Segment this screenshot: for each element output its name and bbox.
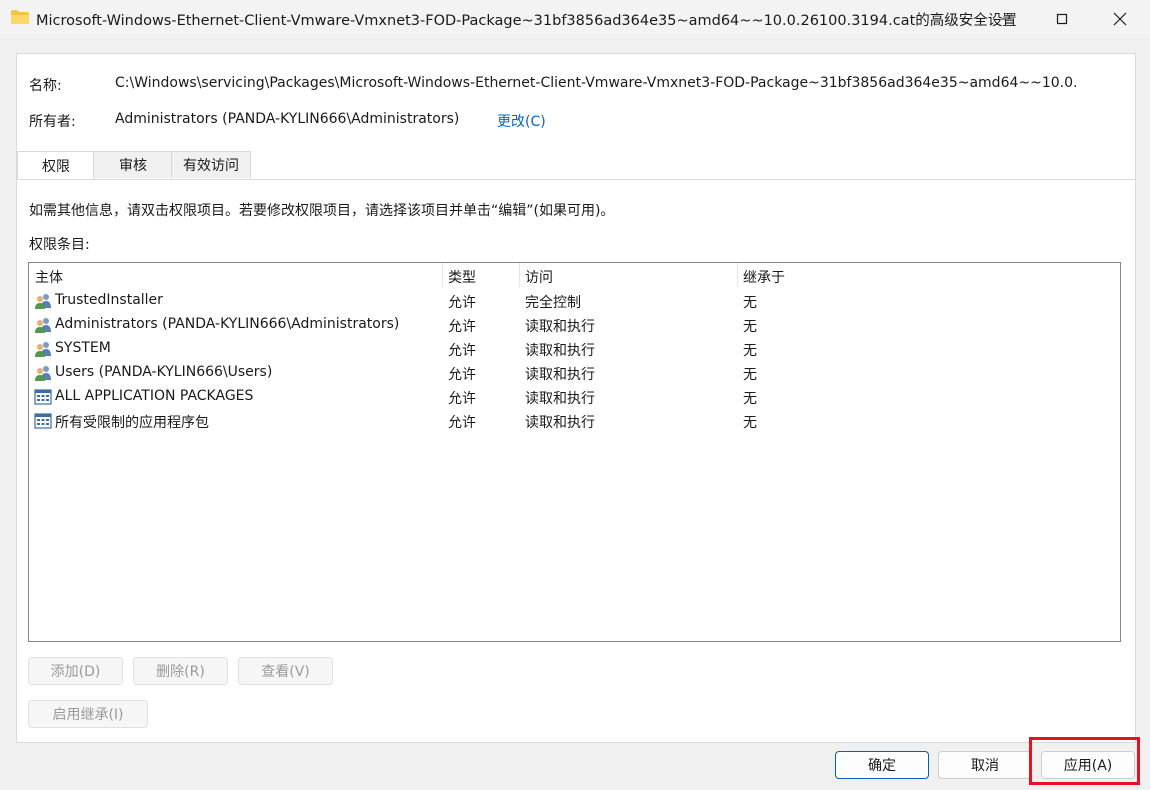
window-title: Microsoft-Windows-Ethernet-Client-Vmware… (36, 13, 1017, 29)
column-header-inherited-from[interactable]: 继承于 (743, 267, 785, 287)
table-row[interactable]: Administrators (PANDA-KYLIN666\Administr… (29, 313, 1120, 337)
minimize-button[interactable] (978, 0, 1034, 38)
ok-button[interactable]: 确定 (835, 751, 929, 779)
inherited-cell: 无 (743, 367, 757, 383)
access-cell: 读取和执行 (525, 391, 595, 407)
principal-cell: Administrators (PANDA-KYLIN666\Administr… (55, 316, 400, 332)
inherited-cell: 无 (743, 415, 757, 431)
tab-label: 审核 (119, 158, 147, 174)
app-package-icon (34, 389, 52, 405)
permissions-hint: 如需其他信息，请双击权限项目。若要修改权限项目，请选择该项目并单击“编辑”(如果… (29, 203, 615, 219)
app-package-icon (34, 413, 52, 429)
change-owner-link[interactable]: 更改(C) (497, 111, 546, 131)
column-divider[interactable] (442, 263, 443, 287)
minimize-icon (1001, 18, 1011, 20)
tab-label: 权限 (42, 159, 70, 175)
principal-cell: 所有受限制的应用程序包 (55, 415, 209, 431)
type-cell: 允许 (448, 295, 476, 311)
access-cell: 完全控制 (525, 295, 581, 311)
inherited-cell: 无 (743, 319, 757, 335)
permission-entries-label: 权限条目: (29, 237, 90, 253)
name-label: 名称: (29, 78, 62, 94)
title-bar: Microsoft-Windows-Ethernet-Client-Vmware… (0, 0, 1150, 38)
tab-divider (17, 179, 1135, 180)
apply-button-highlight (1029, 737, 1140, 785)
remove-button-label: 删除(R) (156, 664, 205, 680)
table-row[interactable]: Users (PANDA-KYLIN666\Users) 允许 读取和执行 无 (29, 361, 1120, 385)
access-cell: 读取和执行 (525, 367, 595, 383)
cancel-button[interactable]: 取消 (938, 751, 1032, 779)
permission-entries-list[interactable]: 主体 类型 访问 继承于 TrustedInstaller 允许 完全控制 无 … (28, 262, 1121, 642)
remove-button[interactable]: 删除(R) (133, 657, 228, 685)
type-cell: 允许 (448, 319, 476, 335)
users-icon (35, 366, 51, 381)
column-divider[interactable] (737, 263, 738, 287)
inherited-cell: 无 (743, 295, 757, 311)
enable-inheritance-button[interactable]: 启用继承(I) (28, 700, 148, 728)
inherited-cell: 无 (743, 343, 757, 359)
close-button[interactable] (1092, 0, 1148, 38)
maximize-button[interactable] (1034, 0, 1090, 38)
users-icon (35, 342, 51, 357)
inherited-cell: 无 (743, 391, 757, 407)
column-header-type[interactable]: 类型 (448, 267, 476, 287)
type-cell: 允许 (448, 367, 476, 383)
principal-cell: Users (PANDA-KYLIN666\Users) (55, 364, 273, 380)
folder-icon (11, 10, 29, 24)
column-header-principal[interactable]: 主体 (35, 267, 63, 287)
view-button[interactable]: 查看(V) (238, 657, 333, 685)
object-name-field[interactable]: C:\Windows\servicing\Packages\Microsoft-… (115, 75, 1125, 91)
tab-permissions[interactable]: 权限 (17, 151, 95, 180)
tab-label: 有效访问 (183, 158, 239, 174)
ok-button-label: 确定 (868, 758, 896, 774)
type-cell: 允许 (448, 343, 476, 359)
enable-inheritance-label: 启用继承(I) (52, 707, 124, 723)
cancel-button-label: 取消 (971, 758, 999, 774)
access-cell: 读取和执行 (525, 415, 595, 431)
table-row[interactable]: SYSTEM 允许 读取和执行 无 (29, 337, 1120, 361)
column-divider[interactable] (519, 263, 520, 287)
view-button-label: 查看(V) (261, 664, 310, 680)
type-cell: 允许 (448, 391, 476, 407)
tab-strip: 权限 审核 有效访问 (17, 151, 1135, 180)
principal-cell: ALL APPLICATION PACKAGES (55, 388, 254, 404)
table-row[interactable]: 所有受限制的应用程序包 允许 读取和执行 无 (29, 409, 1120, 433)
access-cell: 读取和执行 (525, 319, 595, 335)
tab-effective-access[interactable]: 有效访问 (171, 151, 251, 178)
close-icon (1113, 12, 1127, 26)
access-cell: 读取和执行 (525, 343, 595, 359)
principal-cell: TrustedInstaller (55, 292, 163, 308)
table-row[interactable]: ALL APPLICATION PACKAGES 允许 读取和执行 无 (29, 385, 1120, 409)
maximize-icon (1056, 13, 1068, 25)
users-icon (35, 318, 51, 333)
owner-value: Administrators (PANDA-KYLIN666\Administr… (115, 111, 460, 127)
table-row[interactable]: TrustedInstaller 允许 完全控制 无 (29, 289, 1120, 313)
tab-auditing[interactable]: 审核 (93, 151, 173, 178)
type-cell: 允许 (448, 415, 476, 431)
add-button[interactable]: 添加(D) (28, 657, 123, 685)
add-button-label: 添加(D) (50, 664, 101, 680)
security-settings-panel: 名称: C:\Windows\servicing\Packages\Micros… (16, 53, 1136, 743)
users-icon (35, 294, 51, 309)
principal-cell: SYSTEM (55, 340, 111, 356)
owner-label: 所有者: (29, 114, 76, 130)
column-header-access[interactable]: 访问 (525, 267, 553, 287)
